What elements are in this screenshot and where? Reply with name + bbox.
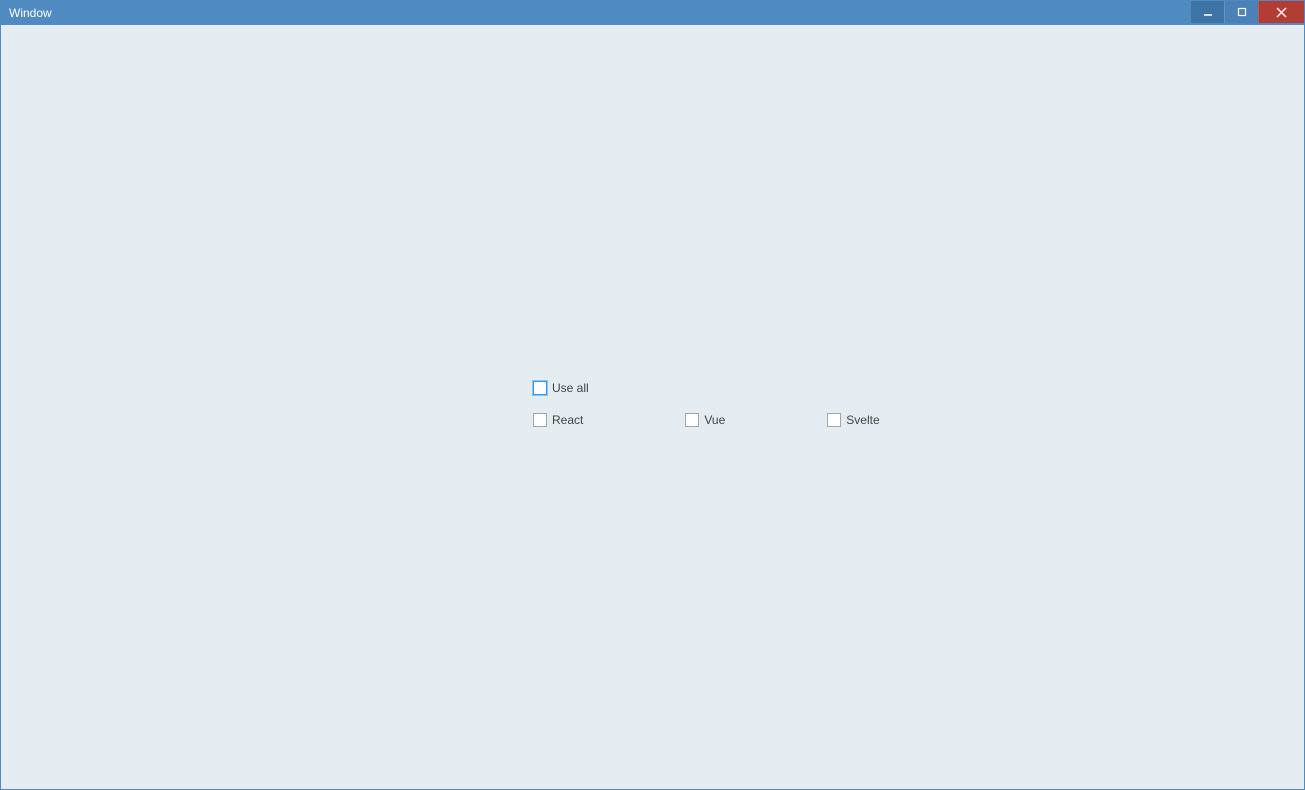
window-content: Use all React Vue Svelte: [1, 25, 1304, 789]
window-controls: [1190, 1, 1304, 25]
checkbox-react[interactable]: React: [533, 413, 583, 427]
maximize-button[interactable]: [1224, 1, 1258, 23]
window-title: Window: [9, 6, 52, 20]
minimize-button[interactable]: [1190, 1, 1224, 23]
titlebar[interactable]: Window: [1, 1, 1304, 25]
close-button[interactable]: [1258, 1, 1304, 23]
close-icon: [1276, 7, 1287, 18]
application-window: Window: [0, 0, 1305, 790]
checkbox-box-icon: [533, 413, 547, 427]
checkbox-box-icon: [533, 381, 547, 395]
checkbox-use-all[interactable]: Use all: [533, 381, 589, 395]
checkbox-svelte[interactable]: Svelte: [827, 413, 879, 427]
checkbox-vue[interactable]: Vue: [685, 413, 725, 427]
checkbox-box-icon: [685, 413, 699, 427]
checkbox-group: Use all React Vue Svelte: [533, 381, 880, 427]
checkbox-box-icon: [827, 413, 841, 427]
checkbox-label: React: [552, 413, 583, 427]
checkbox-label: Vue: [704, 413, 725, 427]
checkbox-label: Use all: [552, 381, 589, 395]
maximize-icon: [1237, 7, 1247, 17]
minimize-icon: [1203, 7, 1213, 17]
checkbox-label: Svelte: [846, 413, 879, 427]
